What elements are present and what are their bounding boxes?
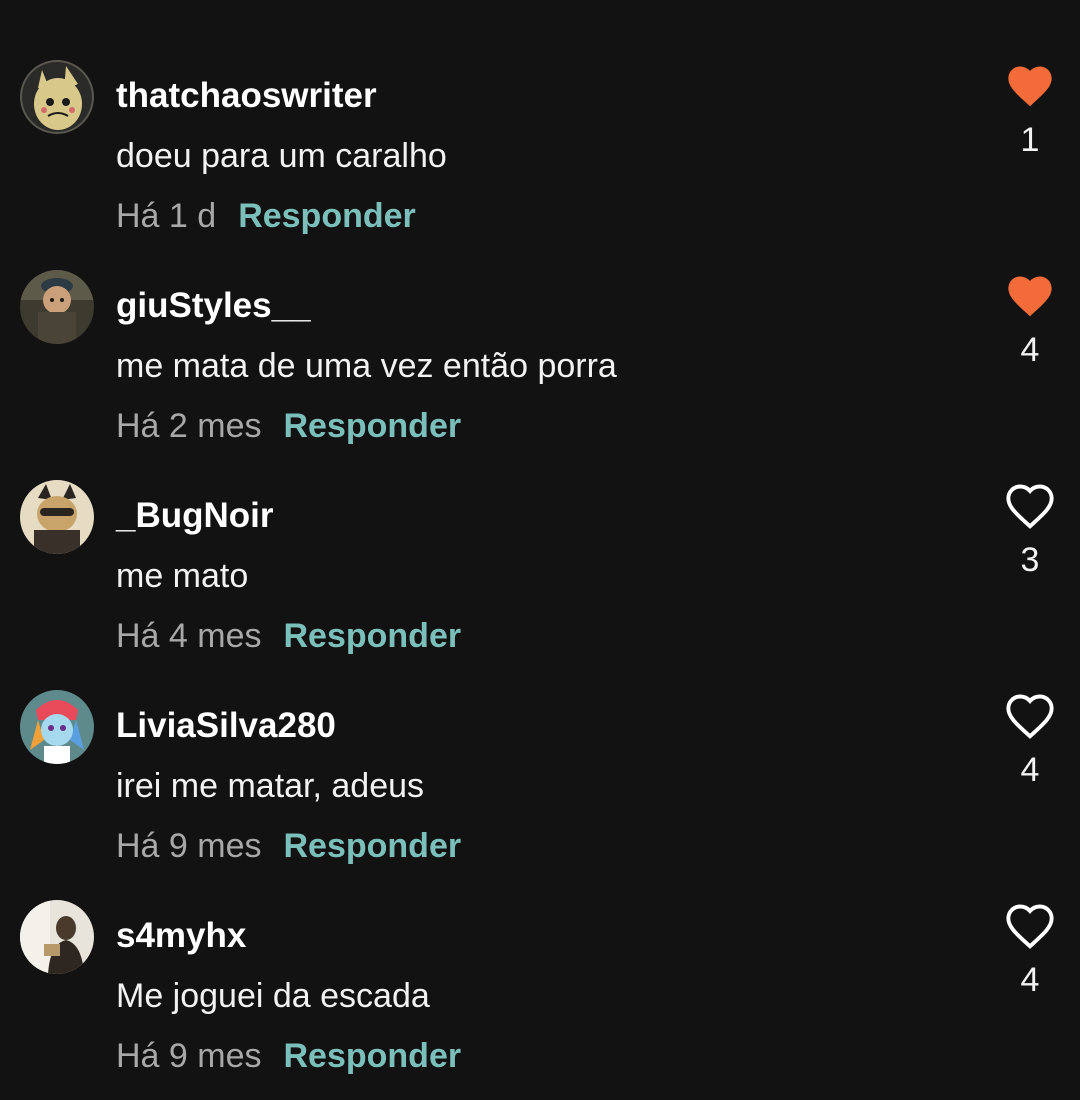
reply-button[interactable]: Responder [284,407,462,445]
heart-outline-icon [1006,904,1054,949]
comment-text: Me joguei da escada [116,977,430,1015]
username[interactable]: LiviaSilva280 [116,704,336,748]
like-count: 4 [1020,751,1040,789]
reply-button[interactable]: Responder [238,197,416,235]
heart-filled-icon [1008,276,1052,317]
timestamp: Há 4 mes [116,617,262,655]
comment-text: me mata de uma vez então porra [116,347,617,385]
comment-meta: Há 2 mes Responder [116,404,461,448]
like-button[interactable] [1004,690,1056,742]
reply-button[interactable]: Responder [284,617,462,655]
comment-meta: Há 4 mes Responder [116,614,461,658]
comment-item: s4myhx Me joguei da escada Há 9 mes Respo… [0,900,1080,1100]
heart-outline-icon [1006,694,1054,739]
comment-text: doeu para um caralho [116,137,447,175]
username[interactable]: s4myhx [116,914,246,958]
comment-text: irei me matar, adeus [116,767,425,805]
like-count: 1 [1020,121,1040,159]
comment-item: giuStyles__ me mata de uma vez então por… [0,270,1080,470]
heart-outline-icon [1006,484,1054,529]
rainbow-character-avatar-icon [20,690,94,764]
comment-item: thatchaoswriter doeu para um caralho Há … [0,60,1080,260]
like-button[interactable] [1004,60,1056,112]
avatar[interactable] [20,480,94,554]
username[interactable]: giuStyles__ [116,284,311,328]
person-reading-avatar-icon [20,900,94,974]
comment-meta: Há 9 mes Responder [116,824,461,868]
character-avatar-icon [20,270,94,344]
comment-item: _BugNoir me mato Há 4 mes Responder 3 [0,480,1080,680]
heart-filled-icon [1008,66,1052,107]
avatar[interactable] [20,60,94,134]
like-count: 3 [1020,541,1040,579]
comment-item: LiviaSilva280 irei me matar, adeus Há 9 … [0,690,1080,890]
mimikyu-avatar-icon [20,60,94,134]
comment-text: me mato [116,557,249,595]
comment-meta: Há 1 d Responder [116,194,416,238]
avatar[interactable] [20,900,94,974]
like-button[interactable] [1004,270,1056,322]
like-count: 4 [1020,961,1040,999]
timestamp: Há 9 mes [116,827,262,865]
like-button[interactable] [1004,900,1056,952]
username[interactable]: _BugNoir [116,494,274,538]
reply-button[interactable]: Responder [284,827,462,865]
timestamp: Há 2 mes [116,407,262,445]
avatar[interactable] [20,690,94,764]
timestamp: Há 1 d [116,197,217,235]
like-button[interactable] [1004,480,1056,532]
cat-noir-avatar-icon [20,480,94,554]
username[interactable]: thatchaoswriter [116,74,377,118]
reply-button[interactable]: Responder [284,1037,462,1075]
avatar[interactable] [20,270,94,344]
like-count: 4 [1020,331,1040,369]
timestamp: Há 9 mes [116,1037,262,1075]
comment-meta: Há 9 mes Responder [116,1034,461,1078]
